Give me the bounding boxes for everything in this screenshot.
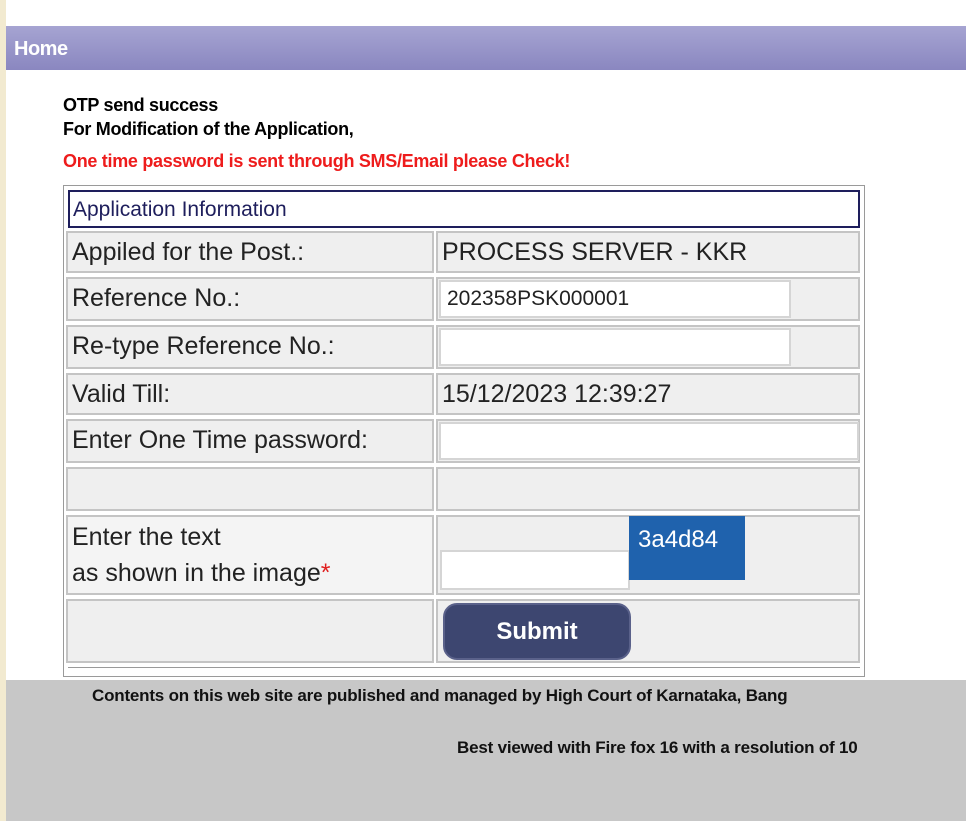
- form-bottom-rule: [68, 667, 860, 670]
- footer: Contents on this web site are published …: [6, 680, 966, 821]
- valid-till-value: 15/12/2023 12:39:27: [442, 380, 672, 408]
- captcha-input[interactable]: [440, 550, 630, 590]
- post-label: Appiled for the Post.:: [72, 238, 305, 266]
- form-header-label: Application Information: [73, 198, 287, 221]
- retype-label-cell: Re-type Reference No.:: [66, 325, 434, 369]
- footer-credits: Contents on this web site are published …: [92, 686, 788, 705]
- valid-till-label: Valid Till:: [72, 380, 171, 408]
- otp-label: Enter One Time password:: [72, 426, 368, 454]
- empty-value-cell: [436, 467, 860, 511]
- otp-alert-message: One time password is sent through SMS/Em…: [63, 151, 571, 171]
- valid-value-cell: 15/12/2023 12:39:27: [436, 373, 860, 415]
- otp-label-cell: Enter One Time password:: [66, 419, 434, 463]
- reference-label: Reference No.:: [72, 284, 241, 312]
- post-label-cell: Appiled for the Post.:: [66, 231, 434, 273]
- nav-bar: Home: [6, 26, 966, 70]
- submit-button[interactable]: Submit: [443, 603, 631, 660]
- otp-status-message: OTP send success: [63, 95, 218, 115]
- post-value-cell: PROCESS SERVER - KKR: [436, 231, 860, 273]
- captcha-label-line2-wrap: as shown in the image*: [72, 561, 331, 586]
- home-link[interactable]: Home: [14, 38, 68, 61]
- reference-input[interactable]: [439, 280, 791, 318]
- modification-message: For Modification of the Application,: [63, 119, 354, 139]
- post-value: PROCESS SERVER - KKR: [442, 238, 748, 266]
- captcha-label-line1: Enter the text: [72, 523, 221, 551]
- captcha-label-cell: Enter the text as shown in the image*: [66, 515, 434, 595]
- required-asterisk: *: [320, 559, 331, 587]
- captcha-image: 3a4d84: [629, 516, 745, 580]
- submit-label-cell: [66, 599, 434, 663]
- retype-label: Re-type Reference No.:: [72, 332, 335, 360]
- footer-browser-note: Best viewed with Fire fox 16 with a reso…: [457, 738, 858, 757]
- empty-label-cell: [66, 467, 434, 511]
- otp-input[interactable]: [439, 422, 859, 460]
- captcha-text: 3a4d84: [638, 526, 719, 553]
- captcha-label-line2: as shown in the image: [72, 559, 321, 587]
- valid-label-cell: Valid Till:: [66, 373, 434, 415]
- retype-reference-input[interactable]: [439, 328, 791, 366]
- form-header: Application Information: [68, 190, 860, 228]
- top-strip: [6, 0, 966, 26]
- reference-label-cell: Reference No.:: [66, 277, 434, 321]
